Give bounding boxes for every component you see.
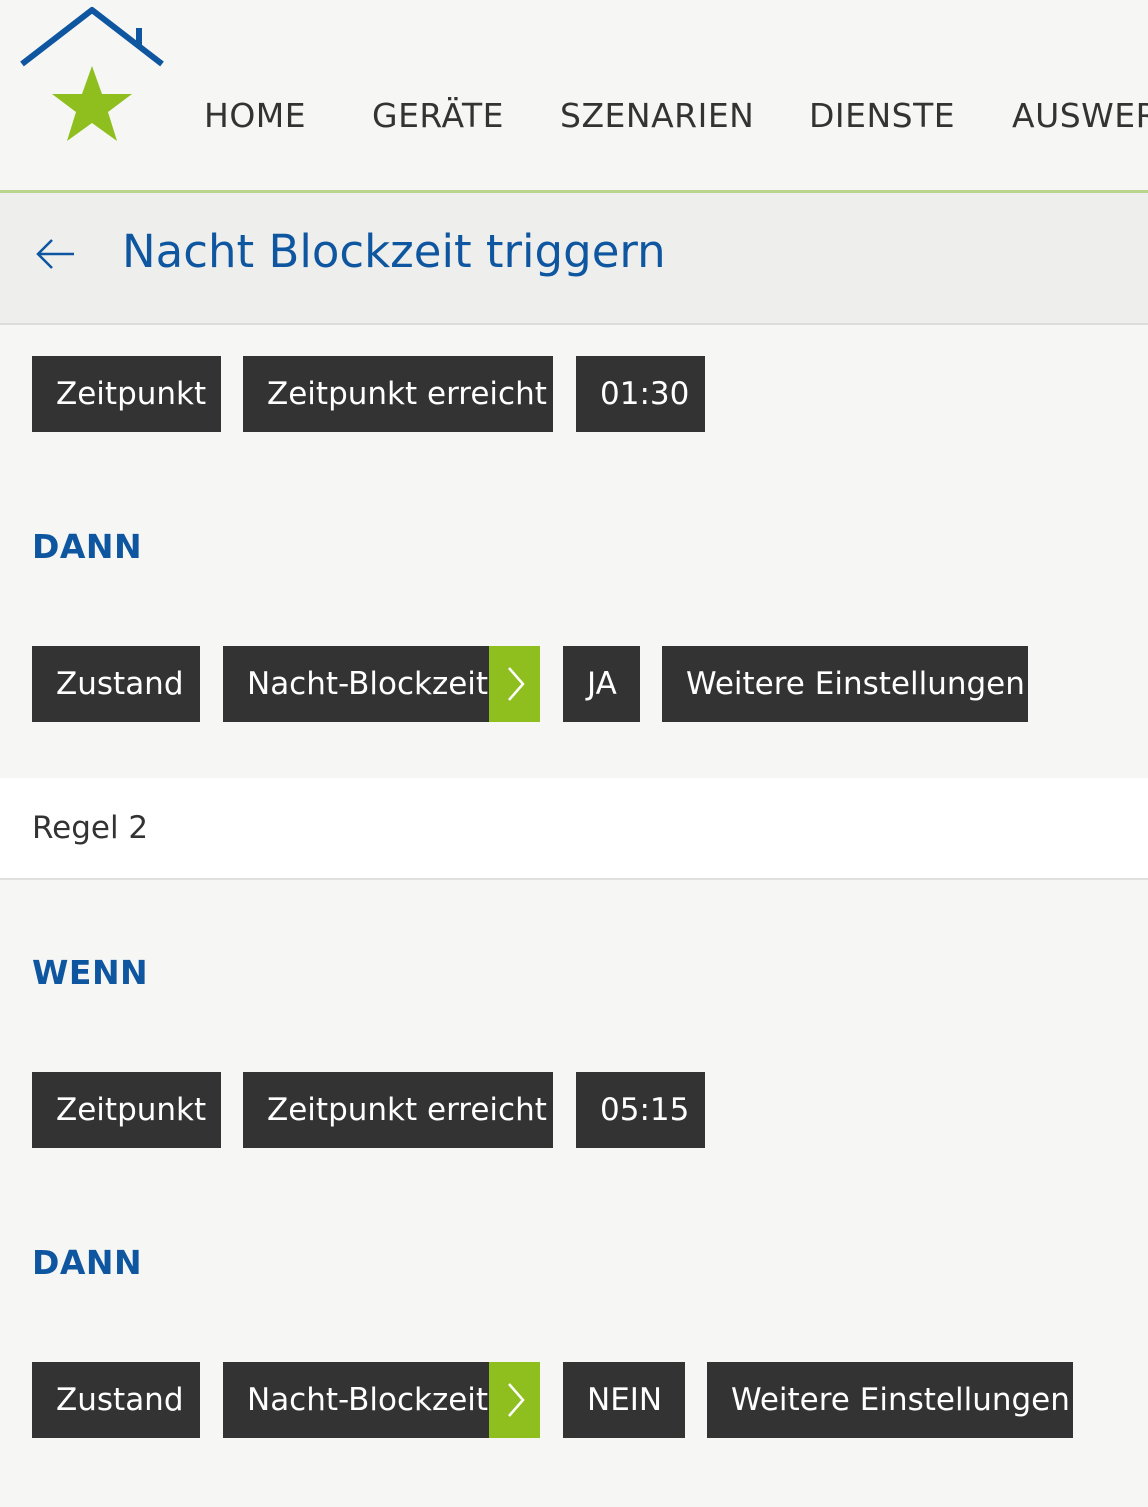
more-settings-button[interactable]: Weitere Einstellungen <box>662 646 1028 722</box>
nav-auswertung[interactable]: AUSWER <box>1012 96 1148 135</box>
when-condition-chip[interactable]: Zeitpunkt erreicht <box>243 1072 553 1148</box>
then-type-chip[interactable]: Zustand <box>32 646 200 722</box>
then-target-label: Nacht-Blockzeit <box>247 1382 489 1418</box>
rule2-label: Regel 2 <box>32 810 149 846</box>
when-condition-chip[interactable]: Zeitpunkt erreicht <box>243 356 553 432</box>
app-header: HOME GERÄTE SZENARIEN DIENSTE AUSWER <box>0 0 1148 193</box>
page-title: Nacht Blockzeit triggern <box>122 225 666 278</box>
when-time-chip[interactable]: 01:30 <box>576 356 705 432</box>
nav-dienste[interactable]: DIENSTE <box>809 96 955 135</box>
nav-geraete[interactable]: GERÄTE <box>372 96 504 135</box>
then-type-chip[interactable]: Zustand <box>32 1362 200 1438</box>
then-label: DANN <box>32 1243 143 1282</box>
when-label: WENN <box>32 953 149 992</box>
more-settings-button[interactable]: Weitere Einstellungen <box>707 1362 1073 1438</box>
when-type-chip[interactable]: Zeitpunkt <box>32 1072 221 1148</box>
when-time-chip[interactable]: 05:15 <box>576 1072 705 1148</box>
back-arrow-icon[interactable] <box>36 236 76 272</box>
then-value-chip[interactable]: NEIN <box>563 1362 685 1438</box>
nav-home[interactable]: HOME <box>204 96 306 135</box>
then-target-chip[interactable]: Nacht-Blockzeit <box>223 1362 540 1438</box>
nav-szenarien[interactable]: SZENARIEN <box>560 96 754 135</box>
when-type-chip[interactable]: Zeitpunkt <box>32 356 221 432</box>
rule2-header[interactable] <box>0 778 1148 880</box>
house-star-logo-icon[interactable] <box>14 2 174 152</box>
then-target-label: Nacht-Blockzeit <box>247 666 489 702</box>
chevron-right-icon[interactable] <box>489 1362 540 1438</box>
then-target-chip[interactable]: Nacht-Blockzeit <box>223 646 540 722</box>
then-label: DANN <box>32 527 143 566</box>
chevron-right-icon[interactable] <box>489 646 540 722</box>
then-value-chip[interactable]: JA <box>563 646 640 722</box>
